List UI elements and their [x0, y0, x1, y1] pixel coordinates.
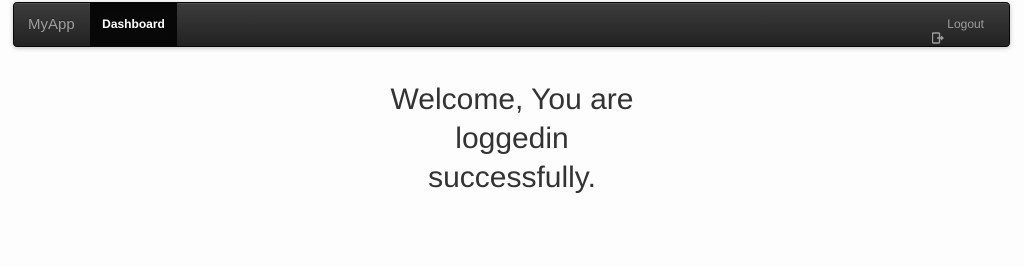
logout-icon — [932, 19, 945, 44]
nav-item-dashboard[interactable]: Dashboard — [90, 3, 177, 46]
logout-link[interactable]: Logout — [932, 3, 984, 46]
top-navbar: MyApp Dashboard Logout — [13, 2, 1010, 47]
welcome-line-3: successfully. — [428, 161, 596, 194]
nav-item-dashboard-label: Dashboard — [102, 17, 165, 31]
logout-label: Logout — [947, 17, 984, 31]
welcome-message: Welcome, You are loggedin successfully. — [352, 80, 672, 197]
welcome-line-1: Welcome, You are — [390, 83, 634, 116]
welcome-line-2: loggedin — [455, 122, 569, 155]
brand-link[interactable]: MyApp — [28, 3, 75, 46]
